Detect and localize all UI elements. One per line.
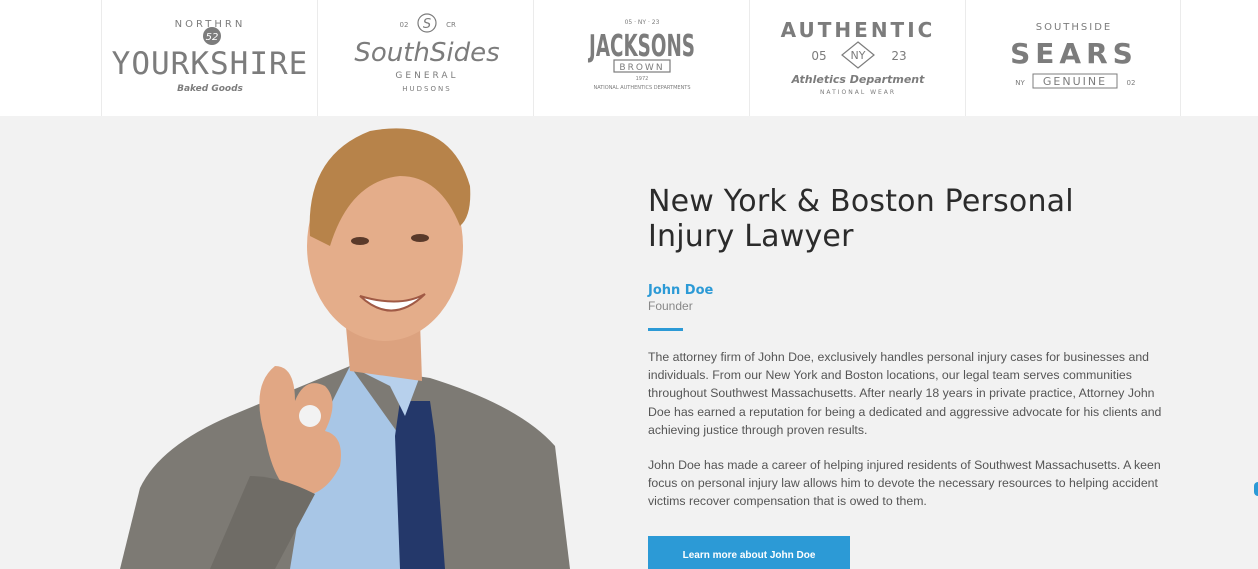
logo-band-text: GENUINE <box>1043 75 1107 88</box>
logo-badge-text: 52 <box>206 32 219 43</box>
logo-main-text: YOURKSHIRE <box>112 46 309 82</box>
lawyer-portrait-image <box>120 128 570 569</box>
about-hero-section: New York & Boston Personal Injury Lawyer… <box>0 116 1258 569</box>
logo-sub-text: Baked Goods <box>177 84 243 94</box>
logo-top-left-text: 02 <box>400 21 409 29</box>
authentic-logo-graphic: AUTHENTIC 05 NY 23 Athletics Department … <box>781 18 936 96</box>
logo-main-text: SouthSides <box>354 38 499 68</box>
logo-authentic[interactable]: AUTHENTIC 05 NY 23 Athletics Department … <box>749 0 965 116</box>
southsides-logo-graphic: 02 S CR SouthSides GENERAL HUDSONS <box>354 13 500 93</box>
sears-logo-graphic: SOUTHSIDE SEARS NY GENUINE 02 <box>1010 22 1138 89</box>
jacksons-logo-graphic: 05 · NY · 23 JACKSONS BROWN 1972 NATIONA… <box>588 19 695 91</box>
logo-yourkshire[interactable]: NORTHRN 52 YOURKSHIRE Baked Goods <box>101 0 317 116</box>
logo-sears[interactable]: SOUTHSIDE SEARS NY GENUINE 02 <box>965 0 1181 116</box>
yourkshire-logo-graphic: NORTHRN 52 YOURKSHIRE Baked Goods <box>112 19 309 94</box>
scroll-indicator[interactable] <box>1254 482 1258 496</box>
author-role: Founder <box>648 299 693 313</box>
logo-top-text: SOUTHSIDE <box>1036 22 1112 33</box>
logo-sub1-text: GENERAL <box>395 71 458 81</box>
client-logos-strip: NORTHRN 52 YOURKSHIRE Baked Goods 02 S C… <box>0 0 1258 116</box>
logo-sub-text: NATIONAL WEAR <box>820 89 896 96</box>
logo-band-text: BROWN <box>619 63 664 73</box>
page-headline: New York & Boston Personal Injury Lawyer <box>648 184 1074 254</box>
logo-badge-text: NY <box>851 49 866 62</box>
logo-main-text: AUTHENTIC <box>781 18 936 42</box>
logo-main-text: JACKSONS <box>588 29 695 64</box>
accent-divider <box>648 328 683 331</box>
logo-monogram-text: S <box>423 17 431 32</box>
logo-sub2-text: HUDSONS <box>402 85 451 93</box>
about-paragraph-1: The attorney firm of John Doe, exclusive… <box>648 350 1162 437</box>
learn-more-button[interactable]: Learn more about John Doe <box>648 536 850 569</box>
logo-right-text: 02 <box>1127 79 1136 87</box>
logo-sub-text: NATIONAL AUTHENTICS DEPARTMENTS <box>593 85 690 91</box>
logo-script-text: Athletics Department <box>791 73 925 86</box>
logo-left-text: 05 <box>811 49 826 63</box>
logo-right-text: 23 <box>891 49 906 63</box>
about-paragraph-2: John Doe has made a career of helping in… <box>648 458 1161 509</box>
logo-top-text: 05 · NY · 23 <box>625 19 660 26</box>
author-name[interactable]: John Doe <box>648 283 713 298</box>
logo-left-text: NY <box>1015 79 1025 87</box>
logo-jacksons[interactable]: 05 · NY · 23 JACKSONS BROWN 1972 NATIONA… <box>533 0 749 116</box>
logo-southsides[interactable]: 02 S CR SouthSides GENERAL HUDSONS <box>317 0 533 116</box>
logo-main-text: SEARS <box>1010 37 1138 70</box>
logo-top-right-text: CR <box>446 21 456 29</box>
logo-year-text: 1972 <box>636 76 649 82</box>
